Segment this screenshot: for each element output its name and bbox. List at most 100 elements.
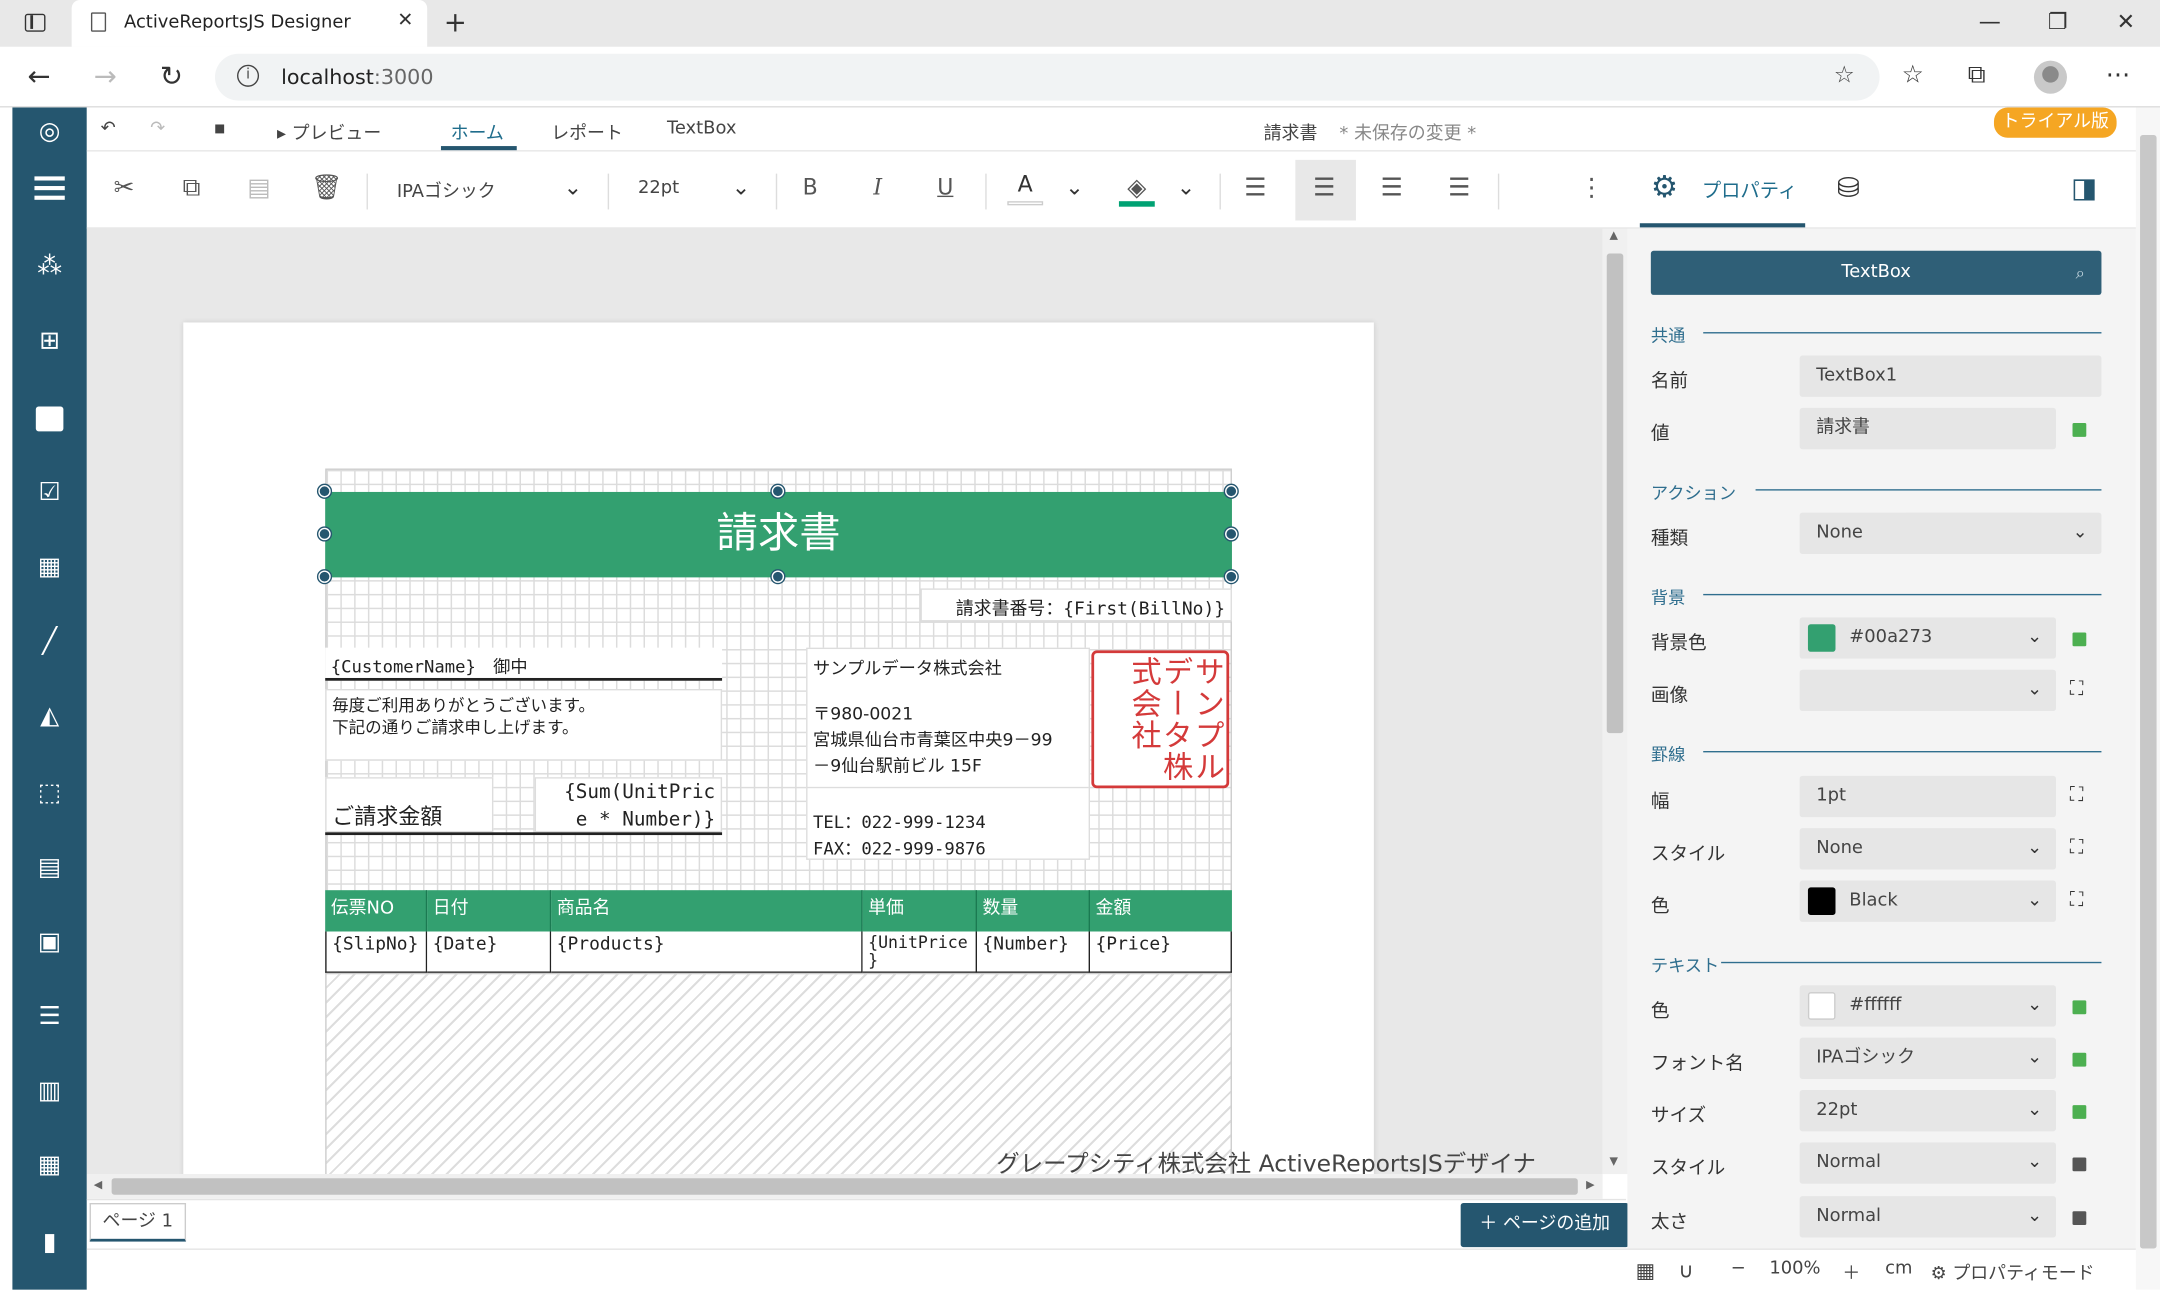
tab-actions-icon[interactable] <box>24 13 46 32</box>
canvas-horizontal-scrollbar[interactable]: ◀ ▶ <box>86 1174 1603 1199</box>
tablix-tool-icon[interactable]: ▦ <box>33 1149 66 1182</box>
zoom-out-icon[interactable]: − <box>1731 1258 1746 1279</box>
resize-handle[interactable] <box>771 570 785 583</box>
table-tool-icon[interactable]: ▥ <box>33 1075 66 1108</box>
list-tool-icon[interactable]: ☰ <box>33 1000 66 1033</box>
copy-icon[interactable]: ⧉ <box>175 174 208 203</box>
image-tool-icon[interactable]: ▣ <box>33 926 66 959</box>
scroll-thumb[interactable] <box>2140 135 2157 1249</box>
chevron-down-icon[interactable]: ⌄ <box>1065 174 1083 200</box>
collections-icon[interactable]: ⧉ <box>1968 61 1986 90</box>
collapse-panel-icon[interactable]: ◨ <box>2071 171 2097 204</box>
bgcolor-select[interactable]: #00a273 ⌄ <box>1799 617 2056 659</box>
tab-properties[interactable]: ⚙ プロパティ <box>1640 152 1805 229</box>
font-weight-select[interactable]: Normal ⌄ <box>1799 1196 2056 1238</box>
group-editor-icon[interactable]: ⊞ <box>33 325 66 358</box>
favorites-icon[interactable]: ☆ <box>1902 61 1924 90</box>
zoom-level[interactable]: 100% <box>1769 1258 1820 1279</box>
grid-toggle-icon[interactable]: ▦ <box>1636 1258 1656 1283</box>
delete-icon[interactable]: 🗑 <box>310 174 343 203</box>
chevron-down-icon[interactable]: ⌄ <box>732 174 750 200</box>
redo-icon[interactable]: ↷ <box>150 119 165 140</box>
expand-icon[interactable]: ⛶ <box>2070 889 2084 911</box>
input-tool-icon[interactable]: ⬚ <box>33 777 66 810</box>
close-window-button[interactable]: ✕ <box>2117 8 2135 34</box>
border-color-select[interactable]: Black ⌄ <box>1799 880 2056 922</box>
table-detail-cell[interactable]: {Number} <box>977 931 1090 973</box>
search-icon[interactable]: ⌕ <box>2076 251 2085 295</box>
scroll-left-icon[interactable]: ◀ <box>94 1178 102 1190</box>
resize-handle[interactable] <box>771 485 785 498</box>
menu-icon[interactable] <box>34 176 65 181</box>
scroll-up-icon[interactable]: ▲ <box>1610 229 1618 241</box>
bold-button[interactable]: B <box>794 174 827 200</box>
greeting-textbox[interactable]: 毎度ご利用ありがとうございます。 下記の通りご請求申し上げます。 <box>325 689 723 761</box>
image-select[interactable]: ⌄ <box>1799 669 2056 712</box>
font-size-select[interactable]: 22pt ⌄ <box>1799 1089 2056 1132</box>
table-detail-cell[interactable]: {UnitPrice } <box>862 931 978 973</box>
save-icon[interactable]: ▪ <box>214 119 226 140</box>
chevron-down-icon[interactable]: ⌄ <box>564 174 582 200</box>
add-favorite-icon[interactable]: ☆ <box>1834 62 1855 90</box>
amount-expression[interactable]: {Sum(UnitPric e * Number)} <box>534 777 723 833</box>
action-type-select[interactable]: None ⌄ <box>1799 512 2102 554</box>
text-color-button[interactable]: A <box>1007 171 1043 197</box>
minimize-button[interactable]: — <box>1979 8 2001 34</box>
report-explorer-icon[interactable]: ⁂ <box>33 251 66 284</box>
undo-icon[interactable]: ↶ <box>101 119 116 140</box>
back-icon[interactable]: ← <box>28 59 51 92</box>
resize-handle[interactable] <box>1225 485 1238 498</box>
snap-toggle-icon[interactable]: ∪ <box>1678 1258 1693 1283</box>
align-center-icon[interactable]: ☰ <box>1308 174 1341 203</box>
company-info-box[interactable]: サンプルデータ株式会社 〒980-0021 宮城県仙台市青葉区中央9－99 －9… <box>806 647 1090 860</box>
company-stamp[interactable]: サンプルデータ株式会社 <box>1091 650 1230 789</box>
restore-button[interactable]: ❐ <box>2048 8 2068 34</box>
property-mode-button[interactable]: ⚙ プロパティモード <box>1931 1258 2095 1285</box>
site-info-icon[interactable]: i <box>237 64 260 87</box>
align-right-icon[interactable]: ☰ <box>1375 174 1408 203</box>
resize-handle[interactable] <box>318 485 331 498</box>
align-justify-icon[interactable]: ☰ <box>1443 174 1476 203</box>
align-left-icon[interactable]: ☰ <box>1239 174 1272 203</box>
tab-textbox[interactable]: TextBox <box>667 119 737 140</box>
border-width-field[interactable]: 1pt <box>1799 775 2056 818</box>
value-field[interactable]: 請求書 <box>1799 407 2056 450</box>
zoom-in-icon[interactable]: ＋ <box>1842 1258 1860 1285</box>
expand-icon[interactable]: ⛶ <box>2070 784 2084 806</box>
scroll-down-icon[interactable]: ▼ <box>1610 1155 1618 1167</box>
textbox-tool-icon[interactable] <box>35 406 64 432</box>
scroll-thumb[interactable] <box>111 1178 1578 1195</box>
preview-button[interactable]: ▸ プレビュー <box>277 119 381 145</box>
bill-number-textbox[interactable]: 請求書番号：{First(BillNo)} <box>920 588 1232 622</box>
chevron-down-icon[interactable]: ⌄ <box>1177 174 1195 200</box>
title-textbox[interactable]: 請求書 <box>325 491 1232 578</box>
fill-color-icon[interactable]: ◈ <box>1120 174 1153 203</box>
table-detail-cell[interactable]: {Products} <box>551 931 863 973</box>
line-tool-icon[interactable]: ╱ <box>33 626 66 659</box>
table-detail-cell[interactable]: {Date} <box>427 931 552 973</box>
forward-icon[interactable]: → <box>94 59 117 92</box>
tab-report[interactable]: レポート <box>551 119 623 145</box>
barcode-tool-icon[interactable]: ▦ <box>33 551 66 584</box>
resize-handle[interactable] <box>318 527 331 541</box>
shape-tool-icon[interactable]: ◭ <box>33 700 66 733</box>
url-field[interactable]: i localhost:3000 ☆ <box>214 53 1880 101</box>
name-field[interactable]: TextBox1 <box>1799 355 2102 397</box>
page-tab-1[interactable]: ページ 1 <box>89 1202 187 1242</box>
profile-avatar[interactable] <box>2033 60 2067 94</box>
expand-icon[interactable]: ⛶ <box>2070 678 2084 700</box>
font-style-select[interactable]: Normal ⌄ <box>1799 1142 2056 1184</box>
table-header-cell[interactable]: 数量 <box>977 890 1090 932</box>
table-header-cell[interactable]: 金額 <box>1089 890 1232 932</box>
unit-selector[interactable]: cm <box>1885 1258 1912 1279</box>
scroll-thumb[interactable] <box>1606 253 1624 734</box>
chart-tool-icon[interactable]: ▮ <box>33 1226 66 1259</box>
resize-handle[interactable] <box>1225 527 1238 541</box>
new-tab-button[interactable]: + <box>444 6 467 39</box>
checkbox-tool-icon[interactable]: ☑ <box>33 477 66 510</box>
table-detail-cell[interactable]: {Price} <box>1089 931 1232 973</box>
page-scrollbar[interactable] <box>2135 107 2160 1290</box>
more-icon[interactable]: ⋯ <box>2106 61 2131 90</box>
more-tools-icon[interactable]: ⋮ <box>1575 174 1608 203</box>
table-header-cell[interactable]: 商品名 <box>551 890 863 932</box>
